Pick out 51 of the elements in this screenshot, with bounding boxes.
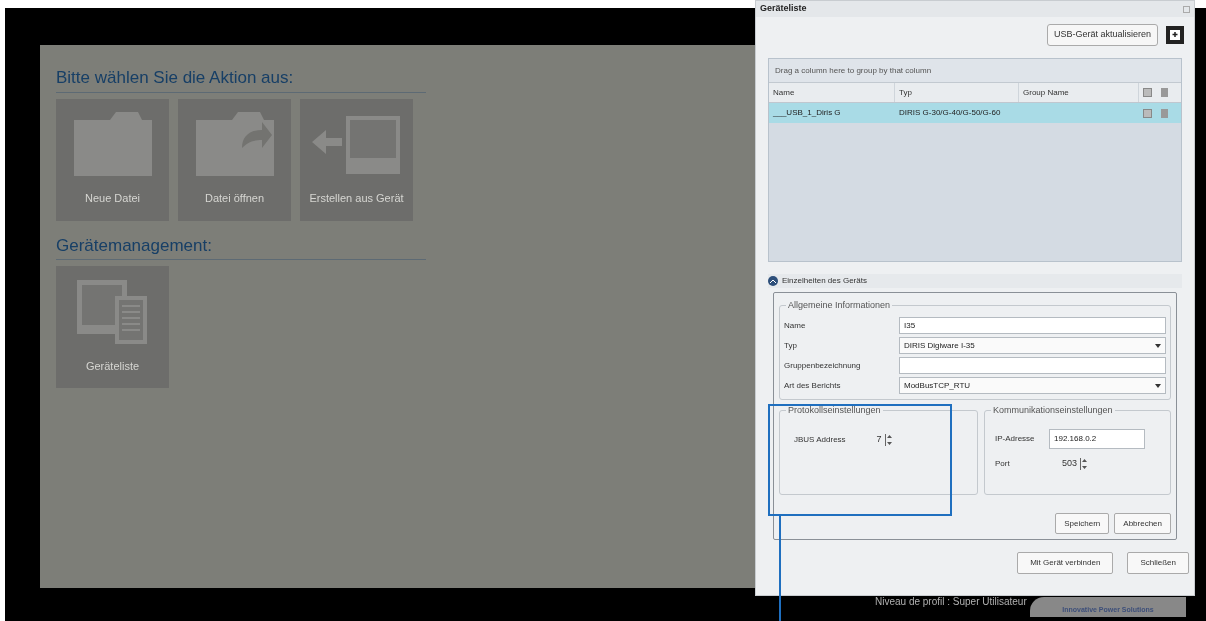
section-title: Einzelheiten des Geräts [782, 275, 867, 287]
dialog-button[interactable]: Abbrechen [1114, 513, 1171, 534]
spinner-arrows-icon[interactable] [1080, 457, 1088, 470]
number-field[interactable]: 7 [853, 433, 882, 447]
arrow-monitor-icon [311, 116, 402, 176]
close-icon[interactable] [1183, 5, 1190, 13]
field-label: Port [995, 457, 1011, 470]
dialog-button[interactable]: Mit Gerät verbinden [1017, 552, 1114, 574]
dropdown[interactable]: ModBusTCP_RTU [899, 377, 1166, 394]
collapse-icon[interactable] [768, 276, 778, 286]
field-label: JBUS Address [794, 433, 846, 446]
action-tile[interactable]: Neue Datei [56, 98, 169, 221]
caret-icon [1155, 383, 1161, 388]
group-hint: Drag a column here to group by that column [769, 59, 1181, 83]
refresh-button[interactable]: USB-Gerät aktualisieren [1046, 24, 1158, 46]
window-title: Geräteliste [760, 2, 807, 16]
field-label: Typ [784, 339, 798, 352]
field-label: Name [784, 319, 807, 332]
profile-text: Niveau de profil : Super Utilisateur [875, 595, 1027, 609]
column-header[interactable]: Name [769, 83, 895, 102]
column-header[interactable]: Group Name [1019, 83, 1139, 102]
column-header[interactable]: Typ [895, 83, 1019, 102]
section-heading: Gerätemanagement: [56, 232, 426, 260]
folder-icon [73, 112, 152, 176]
field-label: Art des Berichts [784, 379, 842, 392]
folder-arrow-icon [195, 112, 274, 176]
dialog-button[interactable]: Schließen [1127, 552, 1189, 574]
table-cell-text: DIRIS G-30/G-40/G-50/G-60 [898, 107, 1002, 119]
field-label: IP-Adresse [995, 433, 1036, 445]
edit-icon[interactable] [1143, 108, 1152, 118]
number-field[interactable]: 503 [1049, 457, 1077, 471]
input-field[interactable]: I35 [899, 317, 1166, 334]
caret-icon [1155, 343, 1161, 348]
dropdown[interactable]: DIRIS Digiware I-35 [899, 337, 1166, 354]
add-device-icon[interactable] [1166, 26, 1184, 44]
group-title: Allgemeine Informationen [786, 299, 893, 313]
spinner-arrows-icon[interactable] [884, 433, 893, 446]
action-tile[interactable]: Geräteliste [56, 266, 169, 388]
field-label: Gruppenbezeichnung [784, 359, 862, 372]
device-list-icon [76, 279, 149, 344]
group-title: Kommunikationseinstellungen [991, 404, 1115, 418]
dialog-button[interactable]: Speichern [1055, 513, 1110, 534]
action-tile[interactable]: Erstellen aus Gerät [300, 98, 413, 221]
grid-row[interactable]: ___USB_1_Diris G DIRIS G-30/G-40/G-50/G-60 [769, 103, 1181, 123]
delete-icon[interactable] [1161, 108, 1168, 118]
input-field[interactable] [899, 357, 1166, 374]
section-heading: Bitte wählen Sie die Aktion aus: [56, 65, 426, 93]
input-field[interactable]: 192.168.0.2 [1049, 429, 1145, 449]
edit-icon[interactable] [1143, 88, 1152, 97]
action-tile[interactable]: Datei öffnen [178, 98, 291, 221]
table-cell-text: ___USB_1_Diris G [772, 107, 842, 119]
